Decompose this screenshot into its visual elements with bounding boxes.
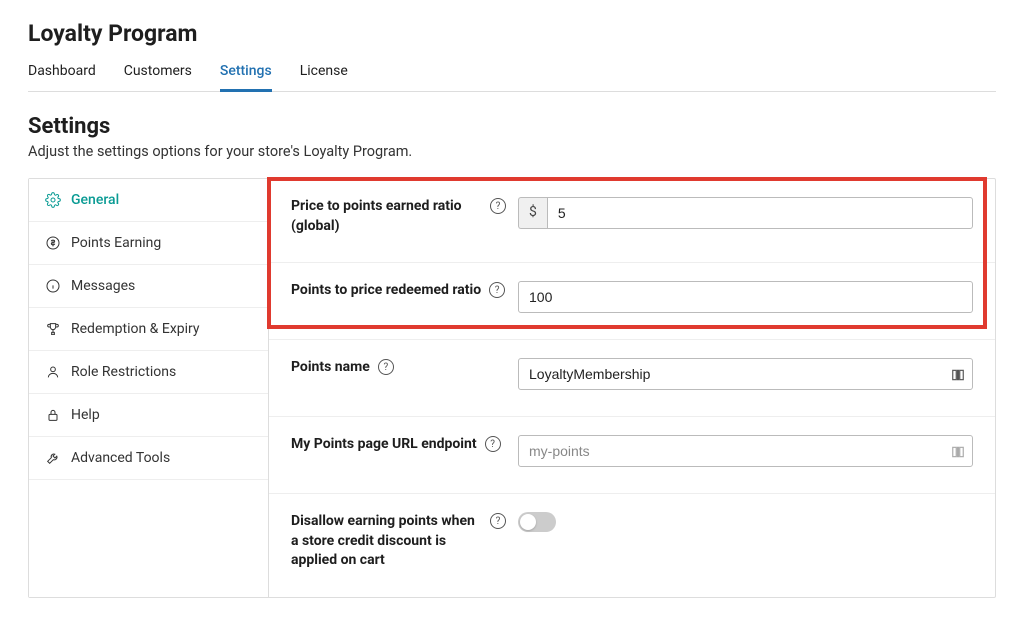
trophy-icon	[45, 321, 61, 337]
help-icon[interactable]: ?	[489, 282, 505, 298]
sidebar-item-label: General	[71, 192, 119, 208]
section-description: Adjust the settings options for your sto…	[28, 143, 996, 160]
disallow-toggle[interactable]	[518, 512, 556, 532]
tab-customers[interactable]: Customers	[124, 57, 192, 92]
setting-label: Price to points earned ratio (global)	[291, 197, 482, 236]
sidebar-item-redemption[interactable]: Redemption & Expiry	[29, 308, 268, 351]
sidebar-item-advanced[interactable]: Advanced Tools	[29, 437, 268, 480]
sidebar-item-label: Redemption & Expiry	[71, 321, 200, 337]
setting-url-endpoint: My Points page URL endpoint ?	[269, 417, 995, 494]
setting-label: Disallow earning points when a store cre…	[291, 512, 482, 571]
sidebar-item-label: Role Restrictions	[71, 364, 176, 380]
sidebar-item-help[interactable]: Help	[29, 394, 268, 437]
tabs-nav: Dashboard Customers Settings License	[28, 57, 996, 92]
sidebar-item-label: Messages	[71, 278, 135, 294]
setting-points-name: Points name ?	[269, 340, 995, 417]
points-to-price-input[interactable]	[518, 281, 973, 313]
user-icon	[45, 364, 61, 380]
url-endpoint-input[interactable]	[518, 435, 973, 467]
currency-prefix: $	[518, 197, 547, 229]
settings-sidebar: General Points Earning Messages Redempti…	[29, 179, 269, 597]
help-icon[interactable]: ?	[378, 359, 394, 375]
setting-price-to-points: Price to points earned ratio (global) ? …	[269, 179, 995, 263]
section-title: Settings	[28, 114, 996, 139]
points-name-input[interactable]	[518, 358, 973, 390]
setting-label: My Points page URL endpoint	[291, 435, 477, 455]
sidebar-item-role[interactable]: Role Restrictions	[29, 351, 268, 394]
dollar-icon	[45, 235, 61, 251]
sidebar-item-messages[interactable]: Messages	[29, 265, 268, 308]
help-icon[interactable]: ?	[485, 436, 501, 452]
sidebar-item-label: Points Earning	[71, 235, 161, 251]
setting-label: Points to price redeemed ratio	[291, 281, 481, 301]
sidebar-item-label: Advanced Tools	[71, 450, 170, 466]
setting-label: Points name	[291, 358, 370, 378]
tab-dashboard[interactable]: Dashboard	[28, 57, 96, 92]
sidebar-item-points-earning[interactable]: Points Earning	[29, 222, 268, 265]
settings-content: Price to points earned ratio (global) ? …	[269, 179, 995, 597]
translate-icon[interactable]	[951, 367, 965, 381]
help-icon[interactable]: ?	[490, 513, 506, 529]
settings-panel: General Points Earning Messages Redempti…	[28, 178, 996, 598]
setting-disallow: Disallow earning points when a store cre…	[269, 494, 995, 597]
translate-icon[interactable]	[951, 444, 965, 458]
wrench-icon	[45, 450, 61, 466]
info-icon	[45, 278, 61, 294]
setting-points-to-price: Points to price redeemed ratio ?	[269, 263, 995, 340]
sidebar-item-label: Help	[71, 407, 100, 423]
lock-icon	[45, 407, 61, 423]
gear-icon	[45, 192, 61, 208]
tab-license[interactable]: License	[300, 57, 348, 92]
tab-settings[interactable]: Settings	[220, 57, 272, 92]
help-icon[interactable]: ?	[490, 198, 506, 214]
page-title: Loyalty Program	[28, 20, 996, 47]
price-to-points-input[interactable]	[547, 197, 973, 229]
sidebar-item-general[interactable]: General	[29, 179, 268, 222]
